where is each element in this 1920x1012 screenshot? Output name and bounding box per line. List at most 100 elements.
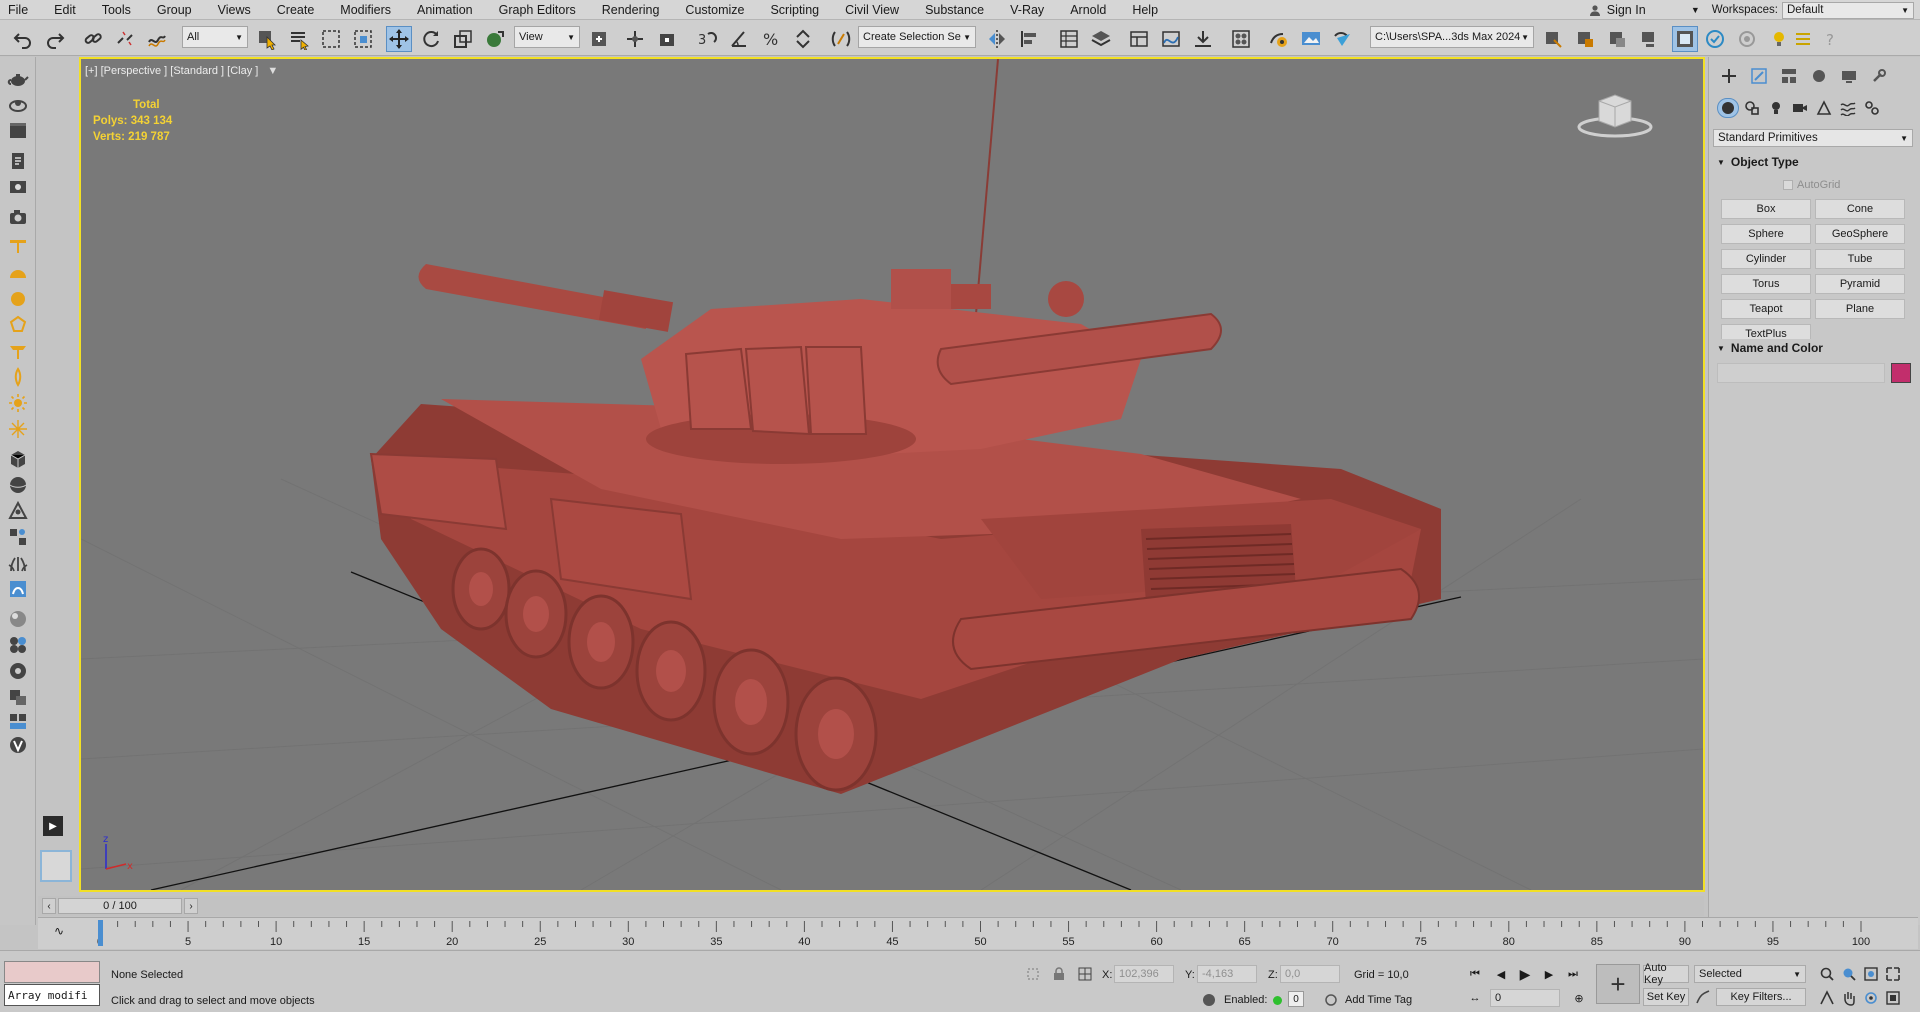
torus-button[interactable]: Torus: [1721, 274, 1811, 294]
zoom-icon[interactable]: [1818, 965, 1836, 983]
x-coordinate-field[interactable]: 102,396: [1114, 965, 1174, 983]
pivot-center-icon[interactable]: [586, 26, 612, 52]
camera-icon[interactable]: [6, 205, 30, 229]
tube-button[interactable]: Tube: [1815, 249, 1905, 269]
menu-customize[interactable]: Customize: [672, 0, 757, 20]
zoom-extents-icon[interactable]: [1862, 965, 1880, 983]
mirror-icon[interactable]: [984, 26, 1010, 52]
enabled-count-field[interactable]: 0: [1288, 991, 1304, 1007]
lock-icon[interactable]: [1050, 965, 1068, 983]
select-by-name-icon[interactable]: [286, 26, 312, 52]
viewcube[interactable]: [1575, 87, 1655, 139]
isolate-selection-icon[interactable]: [1024, 965, 1042, 983]
go-to-start-icon[interactable]: ⏮: [1466, 965, 1484, 983]
systems-category-icon[interactable]: [1861, 98, 1883, 118]
display-tab-icon[interactable]: [1837, 65, 1861, 87]
next-frame-arrow-icon[interactable]: ›: [184, 898, 198, 914]
menu-animation[interactable]: Animation: [404, 0, 486, 20]
menu-civil-view[interactable]: Civil View: [832, 0, 912, 20]
pan-view-hand-icon[interactable]: [1840, 989, 1858, 1007]
motion-tab-icon[interactable]: [1807, 65, 1831, 87]
layer-explorer-icon[interactable]: [1088, 26, 1114, 52]
utilities-tab-wrench-icon[interactable]: [1867, 65, 1891, 87]
key-filters-button[interactable]: Key Filters...: [1716, 988, 1806, 1006]
ribbon-toggle-icon[interactable]: [1126, 26, 1152, 52]
teapot-icon[interactable]: [6, 67, 30, 91]
time-tag-icon[interactable]: [1322, 991, 1340, 1009]
orbit-icon[interactable]: [6, 93, 30, 117]
window-crossing-icon[interactable]: [350, 26, 376, 52]
hierarchy-tab-icon[interactable]: [1777, 65, 1801, 87]
asset-tracking-icon[interactable]: [1604, 26, 1630, 52]
select-manipulate-icon[interactable]: [622, 26, 648, 52]
geosphere-button[interactable]: GeoSphere: [1815, 224, 1905, 244]
pyramid-primitive-icon[interactable]: [6, 499, 30, 523]
adaptive-degradation-icon[interactable]: [1200, 991, 1218, 1009]
time-config-icon[interactable]: ↔: [1466, 989, 1484, 1007]
named-selection-dropdown[interactable]: Create Selection Se ▼: [858, 26, 976, 48]
maxscript-listener-input[interactable]: Array modifi: [4, 984, 100, 1006]
angle-snap-icon[interactable]: [726, 26, 752, 52]
cameras-category-icon[interactable]: [1789, 98, 1811, 118]
set-key-plus-icon[interactable]: +: [1596, 964, 1640, 1004]
sync-icon[interactable]: [1734, 26, 1760, 52]
hair-fur-icon[interactable]: [6, 577, 30, 601]
current-frame-marker[interactable]: [98, 920, 103, 946]
key-tangent-icon[interactable]: [1694, 988, 1712, 1006]
mesh-light-icon[interactable]: [6, 339, 30, 363]
z-coordinate-field[interactable]: 0,0: [1280, 965, 1340, 983]
space-warps-category-icon[interactable]: [1837, 98, 1859, 118]
material-editor-icon[interactable]: [1228, 26, 1254, 52]
teapot-button[interactable]: Teapot: [1721, 299, 1811, 319]
add-time-tag-button[interactable]: Add Time Tag: [1345, 994, 1412, 1006]
select-object-icon[interactable]: [254, 26, 280, 52]
cone-button[interactable]: Cone: [1815, 199, 1905, 219]
menu-graph-editors[interactable]: Graph Editors: [486, 0, 589, 20]
archive-icon[interactable]: [6, 119, 30, 143]
helpers-category-icon[interactable]: [1813, 98, 1835, 118]
plane-button[interactable]: Plane: [1815, 299, 1905, 319]
go-to-end-icon[interactable]: ⏭: [1564, 965, 1582, 983]
keyboard-shortcut-override-icon[interactable]: [654, 26, 680, 52]
lightbulb-icon[interactable]: [1766, 26, 1792, 52]
render-layers-icon[interactable]: [6, 175, 30, 199]
shapes-category-icon[interactable]: [1741, 98, 1763, 118]
rendered-frame-window-icon[interactable]: [1298, 26, 1324, 52]
previous-key-icon[interactable]: ◀: [1492, 965, 1510, 983]
cylinder-button[interactable]: Cylinder: [1721, 249, 1811, 269]
autogrid-checkbox[interactable]: AutoGrid: [1783, 179, 1840, 191]
pyramid-button[interactable]: Pyramid: [1815, 274, 1905, 294]
time-slider-thumb[interactable]: 0 / 100: [58, 898, 182, 914]
box-primitive-icon[interactable]: [6, 447, 30, 471]
object-type-rollout-header[interactable]: ▼ Object Type: [1713, 153, 1913, 171]
modify-tab-icon[interactable]: [1747, 65, 1771, 87]
menu-create[interactable]: Create: [264, 0, 328, 20]
align-icon[interactable]: [1016, 26, 1042, 52]
selection-filter-dropdown[interactable]: All ▼: [182, 26, 248, 48]
workspaces-dropdown[interactable]: Default ▼: [1782, 1, 1914, 19]
sphere-primitive-icon[interactable]: [6, 473, 30, 497]
hamburger-menu-icon[interactable]: [1790, 26, 1816, 52]
geometry-category-icon[interactable]: [1717, 98, 1739, 118]
filter-icon[interactable]: ▼: [267, 65, 278, 77]
project-settings-icon[interactable]: [1636, 26, 1662, 52]
menu-substance[interactable]: Substance: [912, 0, 997, 20]
viewport-layout-thumbnail[interactable]: [40, 850, 72, 882]
material-sphere-icon[interactable]: [6, 607, 30, 631]
render-elements-icon[interactable]: [6, 709, 30, 733]
menu-help[interactable]: Help: [1119, 0, 1171, 20]
material-library-icon[interactable]: [6, 633, 30, 657]
dome-light-icon[interactable]: [6, 261, 30, 285]
menu-group[interactable]: Group: [144, 0, 205, 20]
spinner-snap-icon[interactable]: [790, 26, 816, 52]
particles-icon[interactable]: [6, 525, 30, 549]
track-bar[interactable]: ∿ 05101520253035404550556065707580859095…: [38, 917, 1918, 949]
schematic-view-icon[interactable]: [1190, 26, 1216, 52]
key-mode-icon[interactable]: ⊕: [1570, 989, 1588, 1007]
y-coordinate-field[interactable]: -4,163: [1197, 965, 1257, 983]
link-icon[interactable]: [80, 26, 106, 52]
percent-snap-icon[interactable]: %: [758, 26, 784, 52]
render-production-icon[interactable]: [1330, 26, 1356, 52]
absolute-mode-icon[interactable]: [1076, 965, 1094, 983]
maxscript-output[interactable]: [4, 961, 100, 983]
